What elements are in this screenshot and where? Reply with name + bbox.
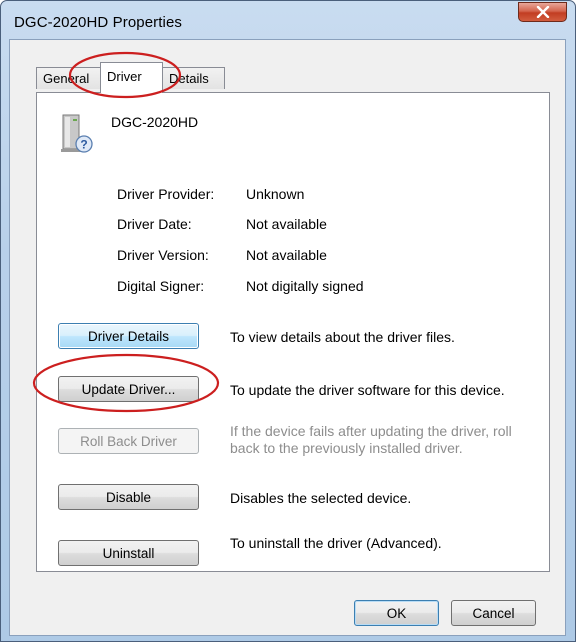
digital-signer-label: Digital Signer: [117, 278, 205, 294]
update-driver-description: To update the driver software for this d… [230, 382, 505, 398]
digital-signer-value: Not digitally signed [246, 278, 364, 294]
svg-text:?: ? [80, 138, 87, 152]
driver-provider-label: Driver Provider: [117, 186, 215, 202]
close-button[interactable] [518, 2, 567, 22]
driver-details-description: To view details about the driver files. [230, 329, 455, 345]
uninstall-button[interactable]: Uninstall [58, 540, 199, 566]
dialog-client-area: General Driver Details ? DGC-2020HD Driv… [9, 39, 566, 636]
driver-details-button[interactable]: Driver Details [58, 323, 199, 349]
driver-date-label: Driver Date: [117, 216, 192, 232]
properties-window: DGC-2020HD Properties General Driver Det… [0, 0, 576, 642]
driver-provider-value: Unknown [246, 186, 305, 202]
close-icon [536, 6, 549, 18]
cancel-button[interactable]: Cancel [451, 600, 536, 626]
disable-description: Disables the selected device. [230, 490, 412, 506]
driver-tab-panel: ? DGC-2020HD Driver Provider: Unknown Dr… [36, 92, 550, 572]
tab-general[interactable]: General [36, 67, 102, 89]
roll-back-driver-description: If the device fails after updating the d… [230, 423, 512, 456]
window-title: DGC-2020HD Properties [14, 14, 182, 31]
tab-driver[interactable]: Driver [100, 62, 163, 93]
driver-version-value: Not available [246, 247, 327, 263]
uninstall-description: To uninstall the driver (Advanced). [230, 535, 442, 551]
tab-details[interactable]: Details [162, 67, 225, 89]
disable-button[interactable]: Disable [58, 484, 199, 510]
device-unknown-icon: ? [59, 113, 95, 158]
driver-version-label: Driver Version: [117, 247, 209, 263]
title-bar[interactable]: DGC-2020HD Properties [1, 1, 575, 39]
ok-button[interactable]: OK [354, 600, 439, 626]
driver-date-value: Not available [246, 216, 327, 232]
roll-back-driver-button[interactable]: Roll Back Driver [58, 428, 199, 454]
device-name: DGC-2020HD [111, 114, 199, 130]
update-driver-button[interactable]: Update Driver... [58, 376, 199, 402]
